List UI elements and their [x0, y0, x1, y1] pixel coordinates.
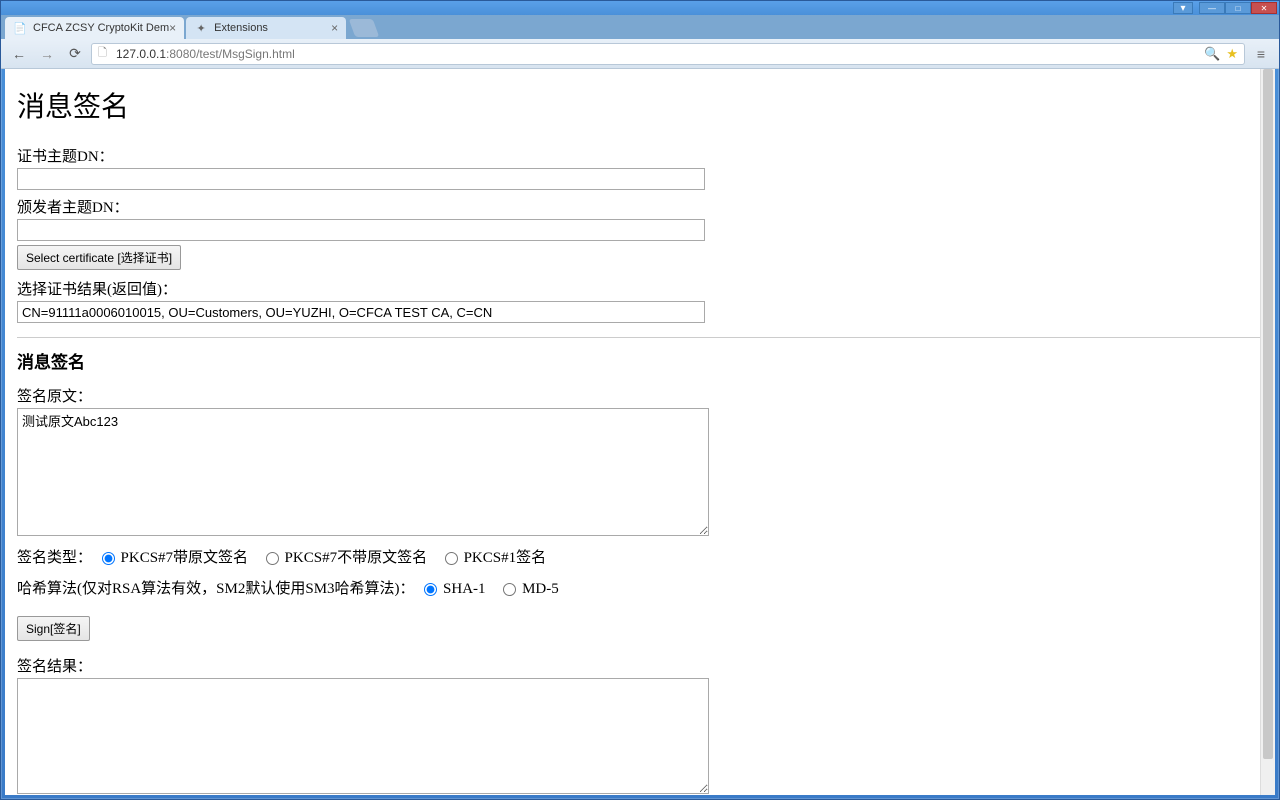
issuer-dn-input[interactable] [17, 219, 705, 241]
url-host: 127.0.0.1 [116, 47, 166, 61]
tab-extensions[interactable]: ✦ Extensions × [186, 17, 346, 39]
page-icon: 📄 [13, 21, 27, 35]
browser-window: ▾ — □ ✕ 📄 CFCA ZCSY CryptoKit Dem × ✦ Ex… [0, 0, 1280, 800]
radio-sha1-input[interactable] [424, 583, 437, 596]
radio-pkcs7-attached[interactable]: PKCS#7带原文签名 [96, 550, 248, 566]
tab-title: Extensions [214, 22, 268, 34]
select-result-label: 选择证书结果(返回值)： [17, 278, 1263, 299]
forward-button[interactable]: → [35, 42, 59, 66]
browser-toolbar: ← → ⟳ 🗋 127.0.0.1:8080/test/MsgSign.html… [1, 39, 1279, 69]
sign-type-row: 签名类型： PKCS#7带原文签名 PKCS#7不带原文签名 PKCS#1签名 [17, 546, 1263, 567]
radio-pkcs7-detached[interactable]: PKCS#7不带原文签名 [260, 550, 427, 566]
source-textarea[interactable]: 测试原文Abc123 [17, 408, 709, 536]
chrome-menu-button[interactable]: ≡ [1249, 42, 1273, 66]
source-label: 签名原文： [17, 385, 1263, 406]
radio-sha1[interactable]: SHA-1 [418, 581, 485, 597]
sign-type-label: 签名类型： [17, 550, 92, 566]
page-title: 消息签名 [17, 85, 1263, 125]
radio-pkcs7-detached-input[interactable] [266, 552, 279, 565]
scrollbar-thumb[interactable] [1263, 69, 1273, 759]
page-content: 消息签名 证书主题DN： 颁发者主题DN： Select certificate… [5, 69, 1275, 795]
address-bar[interactable]: 🗋 127.0.0.1:8080/test/MsgSign.html 🔍 ★ [91, 43, 1245, 65]
result-textarea[interactable] [17, 678, 709, 794]
hash-label: 哈希算法(仅对RSA算法有效，SM2默认使用SM3哈希算法)： [17, 581, 415, 597]
tab-strip: 📄 CFCA ZCSY CryptoKit Dem × ✦ Extensions… [1, 15, 1279, 39]
page-icon: 🗋 [98, 44, 112, 63]
url-port: :8080 [166, 47, 196, 61]
select-certificate-button[interactable]: Select certificate [选择证书] [17, 245, 181, 270]
sign-button[interactable]: Sign[签名] [17, 616, 90, 641]
tab-cfca[interactable]: 📄 CFCA ZCSY CryptoKit Dem × [5, 17, 184, 39]
select-result-input[interactable] [17, 301, 705, 323]
close-tab-icon[interactable]: × [169, 21, 176, 35]
result-label: 签名结果： [17, 655, 1263, 676]
new-tab-button[interactable] [349, 19, 380, 37]
issuer-dn-label: 颁发者主题DN： [17, 196, 1263, 217]
close-tab-icon[interactable]: × [331, 21, 338, 35]
divider [17, 337, 1263, 338]
section-title: 消息签名 [17, 348, 1263, 373]
tab-title: CFCA ZCSY CryptoKit Dem [33, 22, 169, 34]
radio-pkcs1-input[interactable] [445, 552, 458, 565]
hash-row: 哈希算法(仅对RSA算法有效，SM2默认使用SM3哈希算法)： SHA-1 MD… [17, 577, 1263, 598]
vertical-scrollbar[interactable] [1260, 69, 1275, 795]
subject-dn-input[interactable] [17, 168, 705, 190]
radio-md5-input[interactable] [503, 583, 516, 596]
zoom-icon[interactable]: 🔍 [1204, 46, 1220, 62]
url-path: /test/MsgSign.html [196, 47, 295, 61]
reload-button[interactable]: ⟳ [63, 42, 87, 66]
close-window-button[interactable]: ✕ [1251, 2, 1277, 14]
minimize-button[interactable]: — [1199, 2, 1225, 14]
radio-pkcs7-attached-input[interactable] [102, 552, 115, 565]
maximize-button[interactable]: □ [1225, 2, 1251, 14]
radio-md5[interactable]: MD-5 [497, 581, 558, 597]
subject-dn-label: 证书主题DN： [17, 145, 1263, 166]
radio-pkcs1[interactable]: PKCS#1签名 [439, 550, 546, 566]
extension-icon: ✦ [194, 21, 208, 35]
bookmark-star-icon[interactable]: ★ [1226, 46, 1238, 62]
window-titlebar: ▾ — □ ✕ [1, 1, 1279, 15]
window-dropdown-button[interactable]: ▾ [1173, 2, 1193, 14]
back-button[interactable]: ← [7, 42, 31, 66]
